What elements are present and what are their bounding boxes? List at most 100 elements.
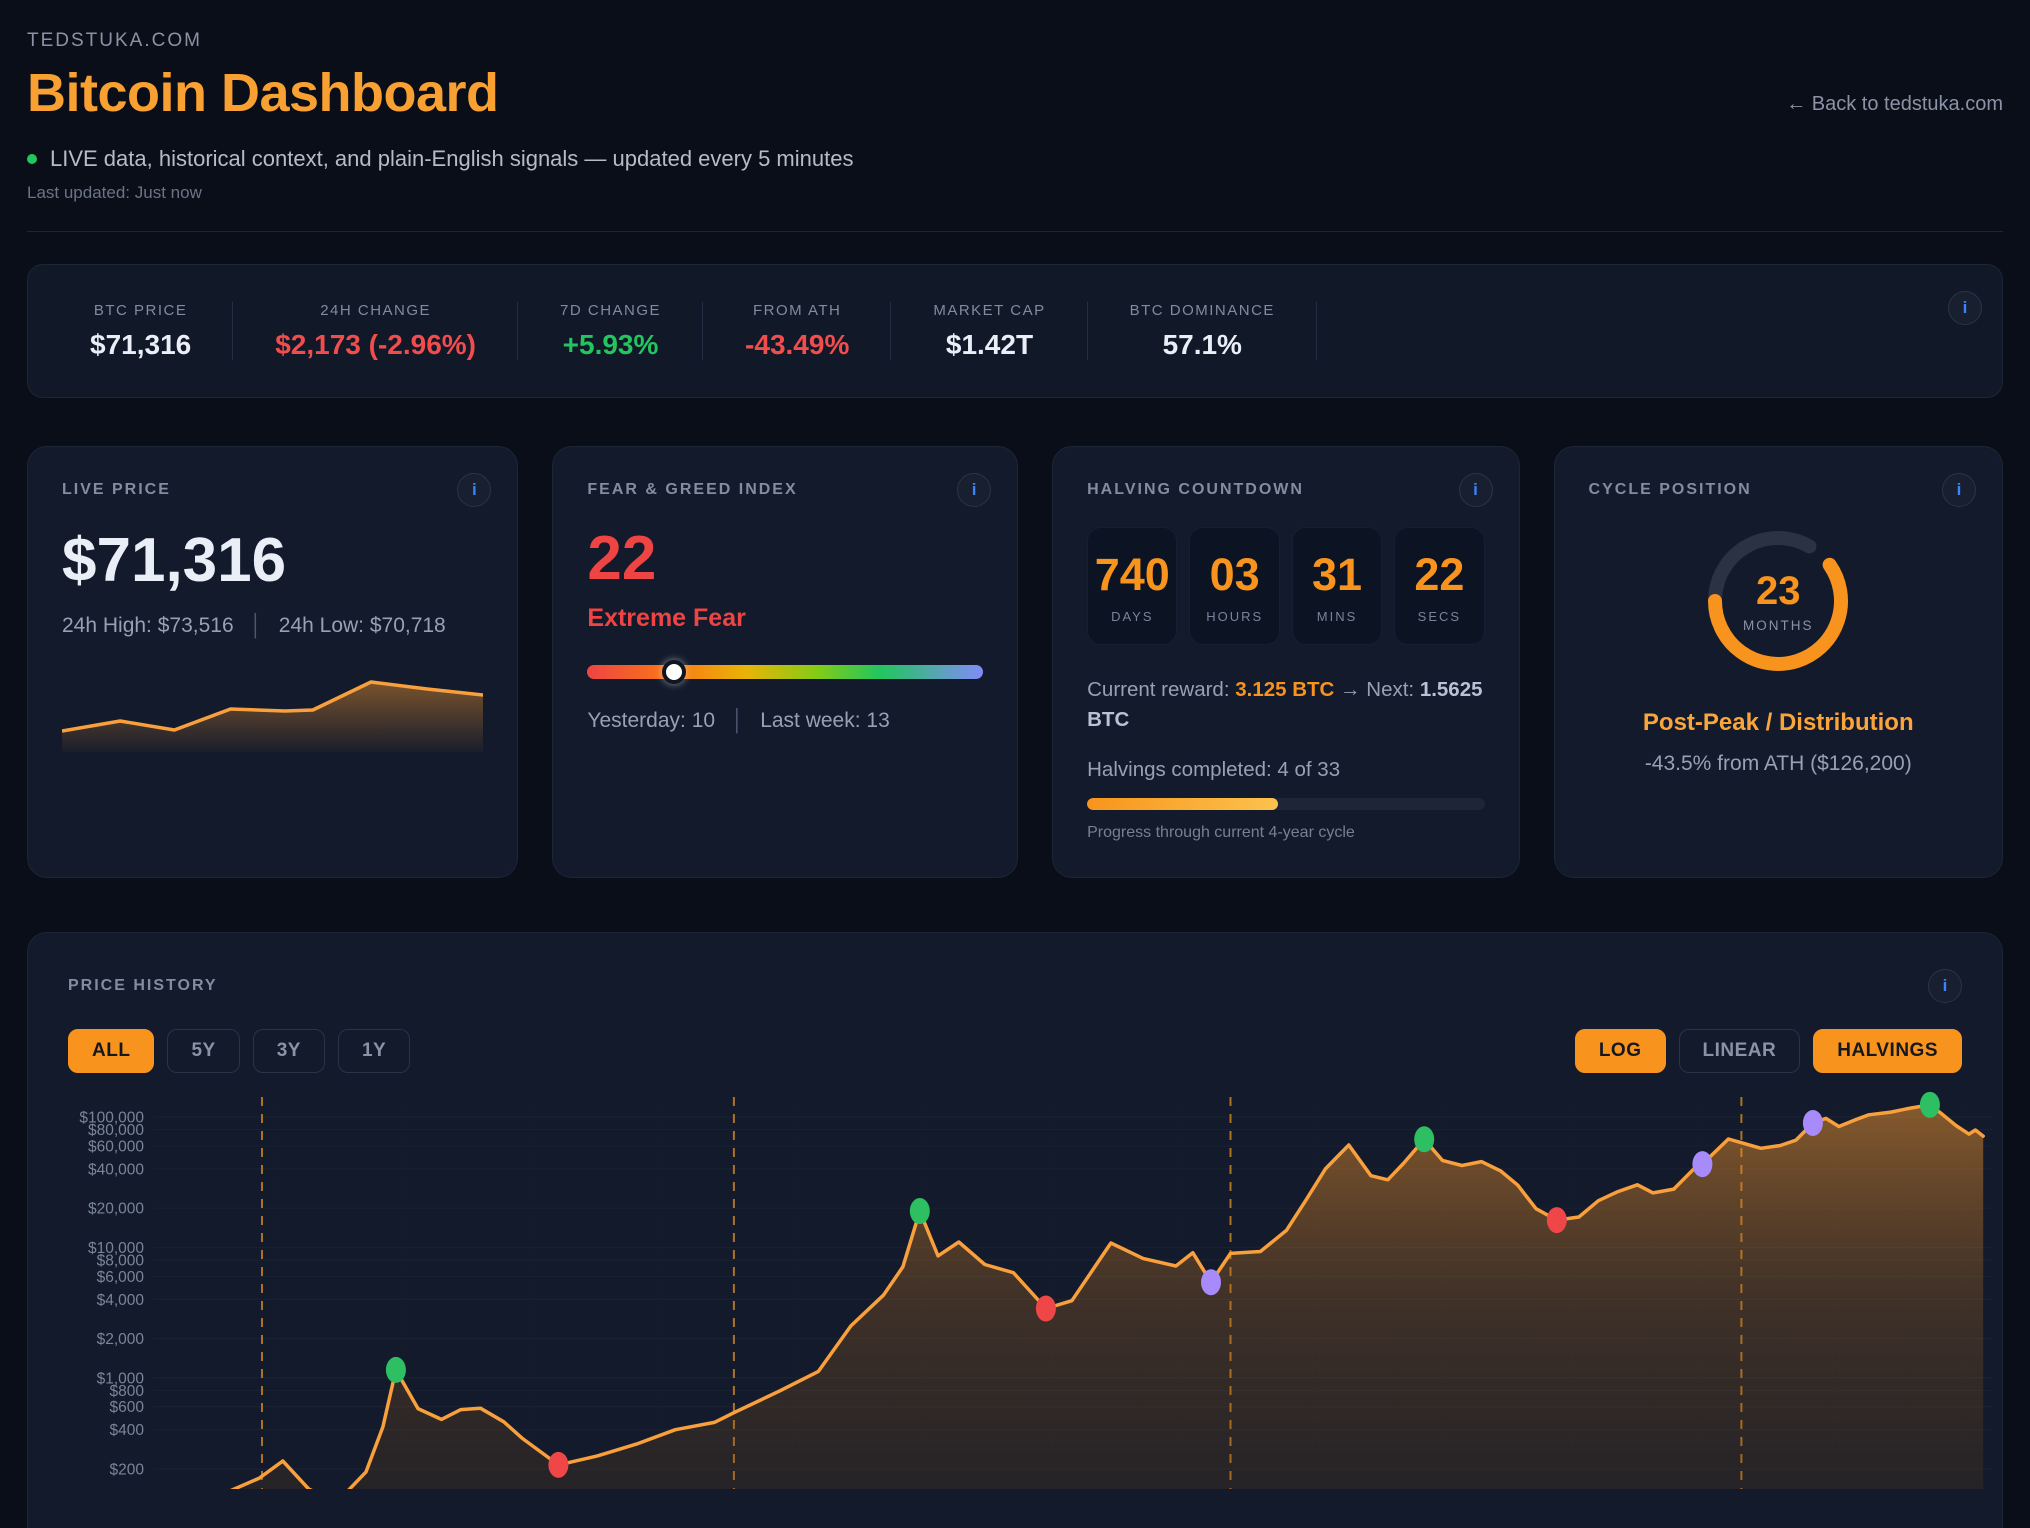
site-name: TEDSTUKA.COM [27, 30, 2003, 52]
y-axis-tick: $4,000 [97, 1292, 145, 1309]
stat-label: FROM ATH [745, 302, 849, 319]
stat-value: $2,173 (-2.96%) [275, 329, 476, 361]
high-low-divider: │ [250, 614, 263, 638]
stat-label: 7D CHANGE [560, 302, 661, 319]
stat-label: MARKET CAP [933, 302, 1045, 319]
scale-button[interactable]: LINEAR [1679, 1029, 1801, 1073]
reward-prefix: Current reward: [1087, 678, 1235, 701]
cycle-bottom-marker[interactable] [1547, 1207, 1567, 1233]
cycle-bottom-marker[interactable] [1036, 1295, 1056, 1321]
chart-controls: ALL 5Y 3Y 1Y LOG LINEAR HALVINGS [68, 1029, 1962, 1073]
stat-value: $1.42T [933, 329, 1045, 361]
cycle-peak-marker[interactable] [1414, 1126, 1434, 1152]
countdown-box: 22 SECS [1394, 527, 1484, 645]
stat-label: BTC PRICE [90, 302, 191, 319]
cycle-bottom-marker[interactable] [548, 1452, 568, 1478]
y-axis-tick: $20,000 [88, 1201, 144, 1218]
y-axis-tick: $6,000 [97, 1269, 145, 1286]
range-button[interactable]: 5Y [167, 1029, 239, 1073]
cycle-position-card: CYCLE POSITION i 23 MONTHS Post-Peak / D… [1554, 446, 2003, 878]
countdown-value: 03 [1210, 549, 1260, 601]
back-link[interactable]: ← Back to tedstuka.com [1786, 93, 2003, 124]
countdown-value: 22 [1414, 549, 1464, 601]
cycle-info-button[interactable]: i [1942, 473, 1976, 507]
halving-event-marker[interactable] [1803, 1110, 1823, 1136]
cycle-peak-marker[interactable] [1920, 1092, 1940, 1118]
cycle-detail: -43.5% from ATH ($126,200) [1589, 752, 1968, 776]
cycle-peak-marker[interactable] [910, 1198, 930, 1224]
y-axis-tick: $8,000 [97, 1253, 145, 1270]
fear-greed-info-button[interactable]: i [957, 473, 991, 507]
info-icon: i [1473, 480, 1478, 500]
y-axis-tick: $200 [110, 1461, 145, 1478]
halvings-completed: Halvings completed: 4 of 33 [1087, 758, 1484, 782]
fear-greed-knob[interactable] [662, 660, 686, 684]
24h-low: 24h Low: $70,718 [279, 614, 446, 638]
halving-countdown-card: HALVING COUNTDOWN i 740 DAYS 03 HOURS 31… [1052, 446, 1519, 878]
y-axis-tick: $600 [110, 1399, 145, 1416]
tagline-text: LIVE data, historical context, and plain… [50, 146, 853, 172]
countdown-value: 31 [1312, 549, 1362, 601]
y-axis-tick: $40,000 [88, 1161, 144, 1178]
price-history-info-button[interactable]: i [1928, 969, 1962, 1003]
cycle-peak-marker[interactable] [386, 1357, 406, 1383]
halving-caption: Progress through current 4-year cycle [1087, 824, 1484, 842]
halving-progress-bar [1087, 798, 1484, 810]
fear-greed-card: FEAR & GREED INDEX i 22 Extreme Fear Yes… [552, 446, 1018, 878]
price-history-label: PRICE HISTORY [68, 977, 218, 995]
countdown-box: 03 HOURS [1189, 527, 1279, 645]
countdown-unit: DAYS [1111, 609, 1153, 624]
halving-event-marker[interactable] [1201, 1269, 1221, 1295]
scale-button[interactable]: HALVINGS [1813, 1029, 1962, 1073]
live-price-value: $71,316 [62, 525, 483, 596]
range-button[interactable]: 3Y [253, 1029, 325, 1073]
fear-greed-divider: │ [731, 709, 744, 733]
live-price-label: LIVE PRICE [62, 481, 171, 498]
fear-greed-yesterday: Yesterday: 10 [587, 709, 715, 733]
stat-value: -43.49% [745, 329, 849, 361]
live-price-sparkline [62, 668, 483, 752]
cycle-gauge: 23 MONTHS [1694, 517, 1862, 685]
scale-button[interactable]: LOG [1575, 1029, 1666, 1073]
countdown-units: 740 DAYS 03 HOURS 31 MINS 22 SECS [1087, 527, 1484, 645]
y-axis-tick: $400 [110, 1422, 145, 1439]
countdown-unit: SECS [1418, 609, 1461, 624]
y-axis-tick: $60,000 [88, 1138, 144, 1155]
info-icon: i [972, 480, 977, 500]
range-button[interactable]: 1Y [338, 1029, 410, 1073]
stat-label: 24H CHANGE [275, 302, 476, 319]
stat-label: BTC DOMINANCE [1130, 302, 1275, 319]
y-axis-tick: $2,000 [97, 1331, 145, 1348]
page-title: Bitcoin Dashboard [27, 62, 499, 124]
stats-info-button[interactable]: i [1948, 291, 1982, 325]
range-button[interactable]: ALL [68, 1029, 154, 1073]
cycle-months: 23 [1756, 569, 1801, 614]
stat-value: $71,316 [90, 329, 191, 361]
reward-arrow: → Next: [1334, 678, 1419, 701]
stat-cell: MARKET CAP $1.42T [891, 302, 1087, 361]
cycle-label: CYCLE POSITION [1589, 481, 1968, 499]
bitcoin-dashboard-page: TEDSTUKA.COM Bitcoin Dashboard ← Back to… [0, 0, 2030, 1528]
info-icon: i [472, 480, 477, 500]
stat-value: +5.93% [560, 329, 661, 361]
live-price-info-button[interactable]: i [457, 473, 491, 507]
scale-controls: LOG LINEAR HALVINGS [1575, 1029, 1962, 1073]
cycle-phase: Post-Peak / Distribution [1589, 709, 1968, 737]
y-axis-tick: $800 [110, 1383, 145, 1400]
reward-line: Current reward: 3.125 BTC → Next: 1.5625… [1087, 675, 1484, 734]
halving-label: HALVING COUNTDOWN [1087, 481, 1304, 498]
stat-value: 57.1% [1130, 329, 1275, 361]
stat-cell: FROM ATH -43.49% [703, 302, 891, 361]
price-history-chart: $100,000$80,000$60,000$40,000$20,000$10,… [68, 1089, 1998, 1489]
metric-cards-row: LIVE PRICE i $71,316 24h High: $73,516 │… [27, 446, 2003, 878]
y-axis-tick: $80,000 [88, 1122, 144, 1139]
info-icon: i [1963, 298, 1968, 318]
live-price-card: LIVE PRICE i $71,316 24h High: $73,516 │… [27, 446, 518, 878]
fear-greed-value: 22 [587, 523, 983, 594]
halving-info-button[interactable]: i [1459, 473, 1493, 507]
price-history-card: PRICE HISTORY i ALL 5Y 3Y 1Y LOG LINEAR HALVI… [27, 932, 2003, 1528]
last-updated: Last updated: Just now [27, 183, 2003, 203]
countdown-unit: MINS [1317, 609, 1358, 624]
halving-event-marker[interactable] [1692, 1151, 1712, 1177]
stat-cell: 24H CHANGE $2,173 (-2.96%) [233, 302, 518, 361]
